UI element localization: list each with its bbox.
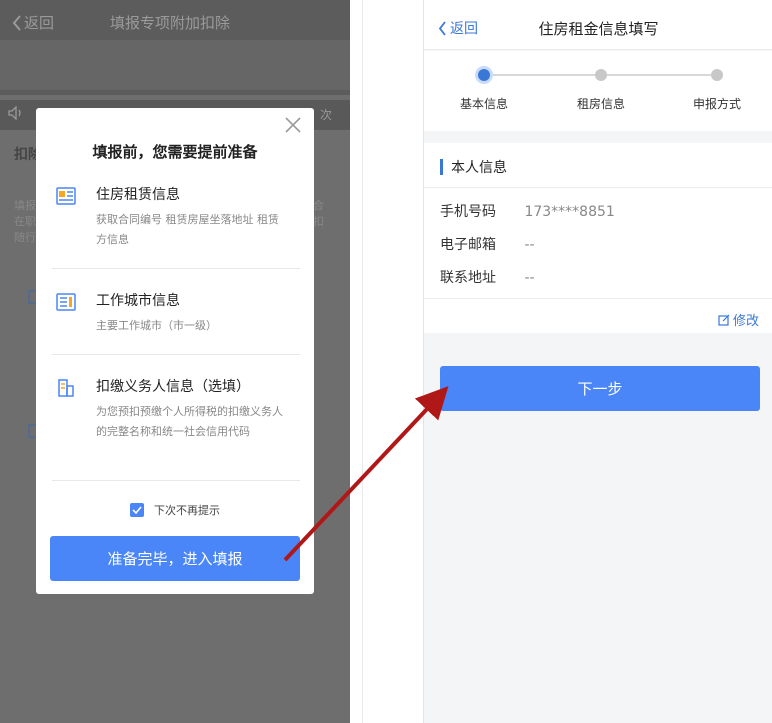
info-item-title: 扣缴义务人信息（选填）	[96, 379, 250, 395]
field-value: --	[524, 270, 535, 286]
prepare-modal: 填报前，您需要提前准备 住房租赁信息 获取合同编号 租赁房屋坐落地址 租赁方信息…	[36, 108, 314, 594]
step-connector	[484, 74, 600, 76]
card-accent-bar	[440, 159, 443, 175]
chevron-left-icon	[438, 20, 446, 36]
personal-info-card: 本人信息 手机号码 173****8851 电子邮箱 -- 联系地址 -- 修改	[424, 143, 772, 333]
info-item-title: 住房租赁信息	[96, 187, 180, 203]
edit-link[interactable]: 修改	[718, 310, 759, 329]
step-dot-method	[711, 69, 723, 81]
field-label: 电子邮箱	[440, 237, 496, 253]
left-desc-fragment: 填报 在职 随行	[14, 199, 36, 244]
step-dot-basic	[478, 69, 490, 81]
left-desc-right-fragment: 合 扣	[313, 199, 324, 228]
left-back-label: 返回	[24, 14, 55, 32]
step-label-rent: 租房信息	[576, 97, 625, 111]
divider	[52, 354, 300, 355]
field-value: --	[524, 237, 535, 253]
speaker-icon	[8, 106, 21, 120]
info-item-desc: 为您预扣预缴个人所得税的扣缴义务人的完整名称和统一社会信用代码	[96, 405, 283, 438]
field-address: 联系地址 --	[440, 267, 535, 287]
header-banner	[0, 40, 350, 90]
left-back-button[interactable]: 返回	[12, 12, 54, 33]
left-page-title: 填报专项附加扣除	[110, 14, 231, 32]
field-value: 173****8851	[524, 204, 615, 220]
card-title: 本人信息	[451, 160, 507, 176]
right-phone-screen: 住房租金信息填写 返回 基本信息 租房信息 申报方式 本人信息 手机号码 173…	[423, 0, 772, 723]
divider	[52, 480, 300, 481]
field-label: 手机号码	[440, 204, 496, 220]
building-icon	[58, 379, 74, 397]
card-header: 本人信息	[440, 157, 507, 177]
right-header: 住房租金信息填写 返回	[424, 0, 772, 50]
field-label: 联系地址	[440, 270, 496, 286]
right-back-label: 返回	[450, 21, 478, 37]
step-label-basic: 基本信息	[459, 97, 508, 111]
ready-proceed-button[interactable]: 准备完毕，进入填报	[50, 536, 300, 581]
city-list-icon	[56, 293, 76, 311]
next-step-button[interactable]: 下一步	[440, 366, 760, 411]
edit-icon	[718, 314, 730, 326]
step-dot-rent	[595, 69, 607, 81]
info-item-title: 工作城市信息	[96, 293, 180, 309]
modal-title: 填报前，您需要提前准备	[92, 143, 258, 161]
divider	[52, 268, 300, 269]
phone-gap	[350, 0, 423, 723]
field-email: 电子邮箱 --	[440, 234, 535, 254]
house-rent-icon	[56, 187, 76, 205]
divider	[424, 298, 772, 299]
dont-show-again-checkbox[interactable]	[130, 503, 144, 517]
info-item-desc: 主要工作城市（市一级）	[96, 319, 217, 332]
notice-more-text: 次	[319, 108, 332, 122]
screenshot-canvas: 返回 填报专项附加扣除 次 扣除 填报 在职 随行 合 扣 填报前，您需要提前准…	[0, 0, 772, 723]
divider	[362, 0, 363, 723]
step-connector	[600, 74, 716, 76]
dont-show-again-row[interactable]: 下次不再提示	[36, 502, 314, 518]
divider	[424, 187, 772, 188]
step-label-method: 申报方式	[692, 97, 741, 111]
check-icon	[132, 506, 142, 515]
field-phone: 手机号码 173****8851	[440, 201, 615, 221]
left-phone-screen: 返回 填报专项附加扣除 次 扣除 填报 在职 随行 合 扣 填报前，您需要提前准…	[0, 0, 350, 723]
right-back-button[interactable]: 返回	[438, 18, 478, 38]
info-item-desc: 获取合同编号 租赁房屋坐落地址 租赁方信息	[96, 213, 279, 246]
edit-label: 修改	[732, 314, 759, 329]
close-icon[interactable]	[284, 116, 302, 134]
chevron-left-icon	[12, 14, 21, 31]
step-indicator: 基本信息 租房信息 申报方式	[424, 51, 772, 131]
dont-show-again-label: 下次不再提示	[154, 504, 220, 517]
